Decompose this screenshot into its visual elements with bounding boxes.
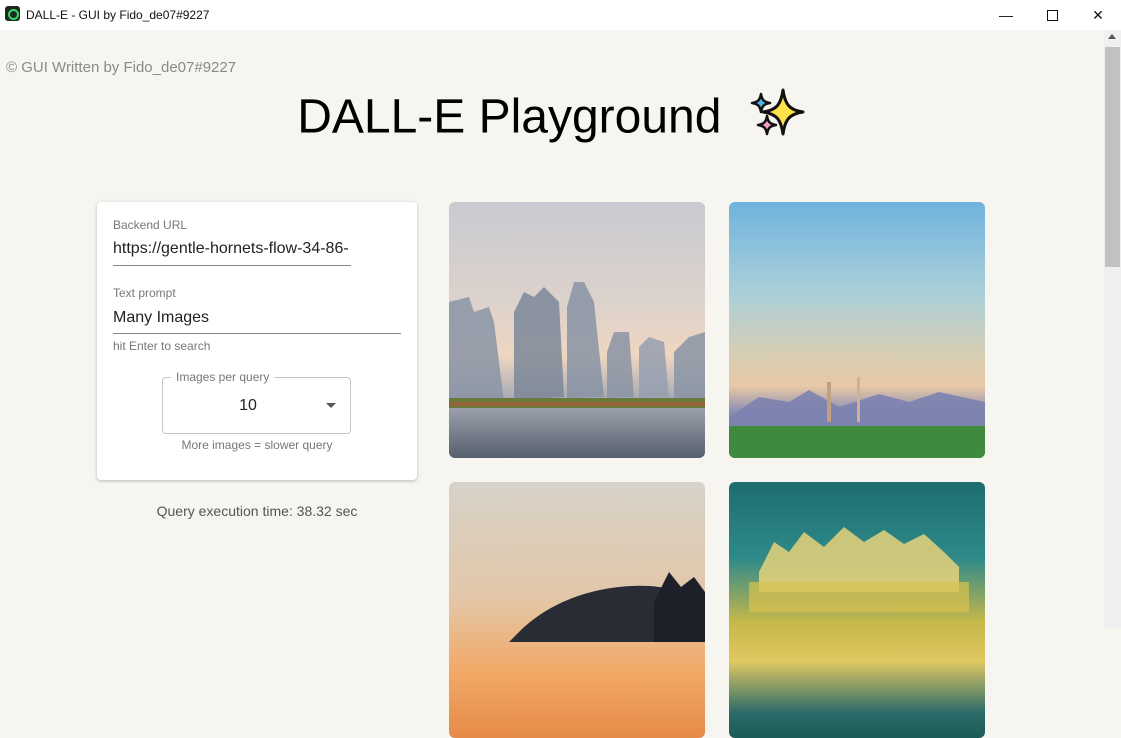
images-per-query-label: Images per query [171, 370, 275, 384]
minimize-icon: — [999, 7, 1013, 23]
text-prompt-input[interactable]: Many Images [113, 309, 401, 327]
sparkles-icon [749, 88, 807, 152]
close-button[interactable]: ✕ [1075, 0, 1121, 30]
close-icon: ✕ [1092, 7, 1104, 23]
generated-image[interactable] [729, 202, 985, 458]
window-title: DALL-E - GUI by Fido_de07#9227 [26, 8, 210, 22]
page-title: DALL-E Playground [0, 88, 1104, 152]
vertical-scrollbar[interactable] [1104, 30, 1121, 628]
page-title-text: DALL-E Playground [297, 90, 722, 144]
images-per-query-select[interactable]: Images per query 10 [162, 370, 351, 434]
text-prompt-helper: hit Enter to search [113, 339, 211, 353]
maximize-icon [1046, 10, 1058, 21]
generated-image[interactable] [729, 482, 985, 738]
credit-text: © GUI Written by Fido_de07#9227 [6, 59, 237, 76]
backend-url-input[interactable]: https://gentle-hornets-flow-34-86- [113, 240, 351, 258]
text-prompt-underline [113, 333, 401, 334]
query-execution-time: Query execution time: 38.32 sec [156, 503, 358, 519]
backend-url-label: Backend URL [113, 218, 188, 232]
images-per-query-value: 10 [239, 397, 257, 414]
generated-image[interactable] [449, 202, 705, 458]
scrollbar-thumb[interactable] [1105, 47, 1120, 267]
text-prompt-label: Text prompt [113, 286, 176, 300]
scroll-up-icon[interactable] [1108, 34, 1116, 39]
generated-image[interactable] [449, 482, 705, 738]
maximize-button[interactable] [1029, 0, 1075, 30]
chevron-down-icon [326, 403, 336, 408]
settings-card: Backend URL https://gentle-hornets-flow-… [97, 202, 417, 480]
images-per-query-helper: More images = slower query [181, 438, 333, 452]
backend-url-underline [113, 265, 351, 266]
app-logo-icon [5, 6, 20, 21]
window-titlebar: DALL-E - GUI by Fido_de07#9227 — ✕ [0, 0, 1121, 30]
minimize-button[interactable]: — [983, 0, 1029, 30]
